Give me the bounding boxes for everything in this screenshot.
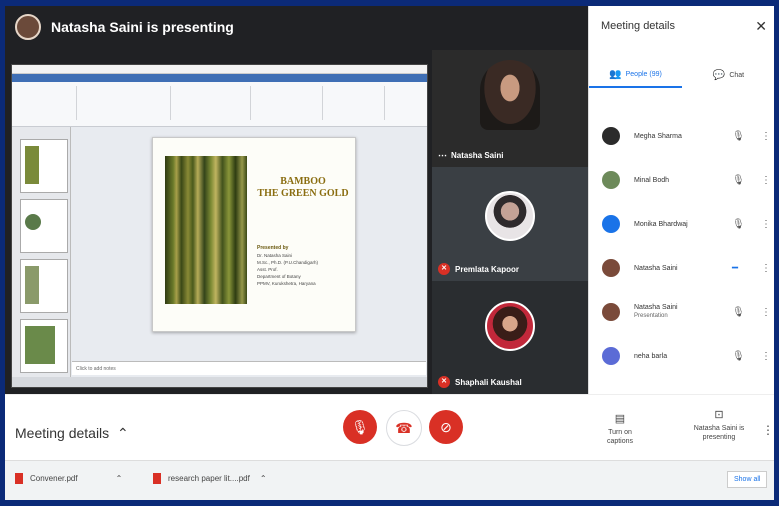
slide-thumbnail xyxy=(20,139,68,193)
current-slide: BAMBOO THE GREEN GOLD Presented by Dr. N… xyxy=(152,137,356,332)
people-list: Megha Sharma 🎙 ⋮ Minal Bodh 🎙 ⋮ Monika B… xyxy=(589,114,774,378)
more-vert-icon[interactable]: ⋮ xyxy=(761,351,771,362)
mic-off-icon: ✕ xyxy=(438,376,450,388)
avatar xyxy=(602,303,620,321)
mic-off-icon: 🎙 xyxy=(732,218,745,230)
slide-thumbnail xyxy=(20,319,68,373)
mic-off-icon: 🎙 xyxy=(732,306,745,318)
bamboo-image xyxy=(165,156,247,304)
present-icon: ⊡ xyxy=(714,409,724,421)
close-icon[interactable]: ✕ xyxy=(755,18,767,35)
download-item[interactable]: research paper lit....pdf ⌃ xyxy=(153,473,267,484)
list-item[interactable]: Natasha Saini ━ ⋮ xyxy=(589,246,774,290)
avatar xyxy=(602,215,620,233)
list-item[interactable]: Minal Bodh 🎙 ⋮ xyxy=(589,158,774,202)
avatar xyxy=(602,347,620,365)
list-item[interactable]: Monika Bhardwaj 🎙 ⋮ xyxy=(589,202,774,246)
tab-people[interactable]: 👥 People (99) xyxy=(589,62,682,88)
tab-chat[interactable]: 💬 Chat xyxy=(682,62,774,88)
presenter-banner: Natasha Saini is presenting xyxy=(51,19,234,35)
participant-avatar xyxy=(485,301,535,351)
chevron-up-icon: ⌃ xyxy=(113,425,129,441)
participant-avatar xyxy=(485,191,535,241)
camera-feed xyxy=(480,60,540,130)
avatar xyxy=(602,127,620,145)
chat-icon: 💬 xyxy=(712,69,726,81)
shared-screen: BAMBOO THE GREEN GOLD Presented by Dr. N… xyxy=(11,64,428,388)
meeting-details-panel: Meeting details ✕ 👥 People (99) 💬 Chat M… xyxy=(588,6,774,394)
video-tile[interactable]: ⋯ Natasha Saini xyxy=(432,50,588,167)
mic-off-icon: 🎙 xyxy=(732,350,745,362)
phone-hangup-icon: ☎ xyxy=(395,419,413,436)
presentation-stage: Natasha Saini is presenting BAMBOO THE G… xyxy=(5,6,588,394)
video-tile[interactable]: ✕ Premlata Kapoor xyxy=(432,167,588,281)
panel-header: Meeting details ✕ xyxy=(589,6,774,46)
camera-off-icon: ⊘ xyxy=(440,418,452,435)
camera-toggle-button[interactable]: ⊘ xyxy=(429,410,463,444)
status-bar xyxy=(12,377,427,387)
slide-thumbnails xyxy=(12,127,71,379)
chevron-up-icon[interactable]: ⌃ xyxy=(260,474,267,483)
mic-off-icon: 🎙 xyxy=(732,130,745,142)
powerpoint-titlebar xyxy=(12,65,427,74)
slide-thumbnail xyxy=(20,199,68,253)
slide-title: BAMBOO THE GREEN GOLD xyxy=(257,176,349,199)
downloads-bar: Convener.pdf ⌃ research paper lit....pdf… xyxy=(5,460,774,500)
show-all-button[interactable]: Show all xyxy=(727,471,768,488)
meet-window: Natasha Saini is presenting BAMBOO THE G… xyxy=(5,6,774,500)
more-vert-icon[interactable]: ⋮ xyxy=(761,175,771,186)
slide-thumbnail xyxy=(20,259,68,313)
list-item[interactable]: Megha Sharma 🎙 ⋮ xyxy=(589,114,774,158)
slide-credits: Presented by Dr. Natasha Saini M.Sc., Ph… xyxy=(257,245,318,286)
more-vert-icon[interactable]: ⋮ xyxy=(761,307,771,318)
mic-off-icon: ✕ xyxy=(438,263,450,275)
tile-label: ✕ Premlata Kapoor xyxy=(438,263,519,275)
mic-off-icon: 🎙 xyxy=(351,418,369,435)
meeting-details-button[interactable]: Meeting details ⌃ xyxy=(15,425,129,442)
call-controls-bar: Meeting details ⌃ 🎙 ☎ ⊘ ▤ Turn on captio… xyxy=(5,394,774,461)
avatar xyxy=(602,171,620,189)
presenter-bar: Natasha Saini is presenting xyxy=(5,6,588,48)
captions-button[interactable]: ▤ Turn on captions xyxy=(595,413,645,446)
mic-off-icon: 🎙 xyxy=(732,174,745,186)
slide-notes: Click to add notes xyxy=(72,361,426,375)
presenter-avatar xyxy=(15,14,41,40)
list-item[interactable]: neha barla 🎙 ⋮ xyxy=(589,334,774,378)
download-item[interactable]: Convener.pdf ⌃ xyxy=(15,473,122,484)
list-item[interactable]: Natasha Saini Presentation 🎙 ⋮ xyxy=(589,290,774,334)
mic-toggle-button[interactable]: 🎙 xyxy=(343,410,377,444)
tile-label: ✕ Shaphali Kaushal xyxy=(438,376,522,388)
more-dots-icon: ⋯ xyxy=(438,150,447,160)
more-vert-icon[interactable]: ⋮ xyxy=(761,131,771,142)
pdf-icon xyxy=(153,473,161,484)
powerpoint-ribbon xyxy=(12,74,427,127)
people-icon: 👥 xyxy=(609,68,622,80)
speaking-icon: ━ xyxy=(732,262,739,274)
chevron-up-icon[interactable]: ⌃ xyxy=(116,474,123,483)
video-tile[interactable]: ✕ Shaphali Kaushal xyxy=(432,281,588,394)
more-vert-icon[interactable]: ⋮ xyxy=(761,219,771,230)
panel-tabs: 👥 People (99) 💬 Chat xyxy=(589,62,774,88)
pdf-icon xyxy=(15,473,23,484)
more-vert-icon[interactable]: ⋮ xyxy=(761,263,771,274)
more-options-icon[interactable]: ⋮ xyxy=(762,423,774,437)
leave-call-button[interactable]: ☎ xyxy=(386,410,422,446)
captions-icon: ▤ xyxy=(614,413,626,425)
panel-title: Meeting details xyxy=(601,20,675,32)
avatar xyxy=(602,259,620,277)
presenting-button[interactable]: ⊡ Natasha Saini is presenting xyxy=(689,409,749,442)
tile-label: ⋯ Natasha Saini xyxy=(438,150,504,160)
